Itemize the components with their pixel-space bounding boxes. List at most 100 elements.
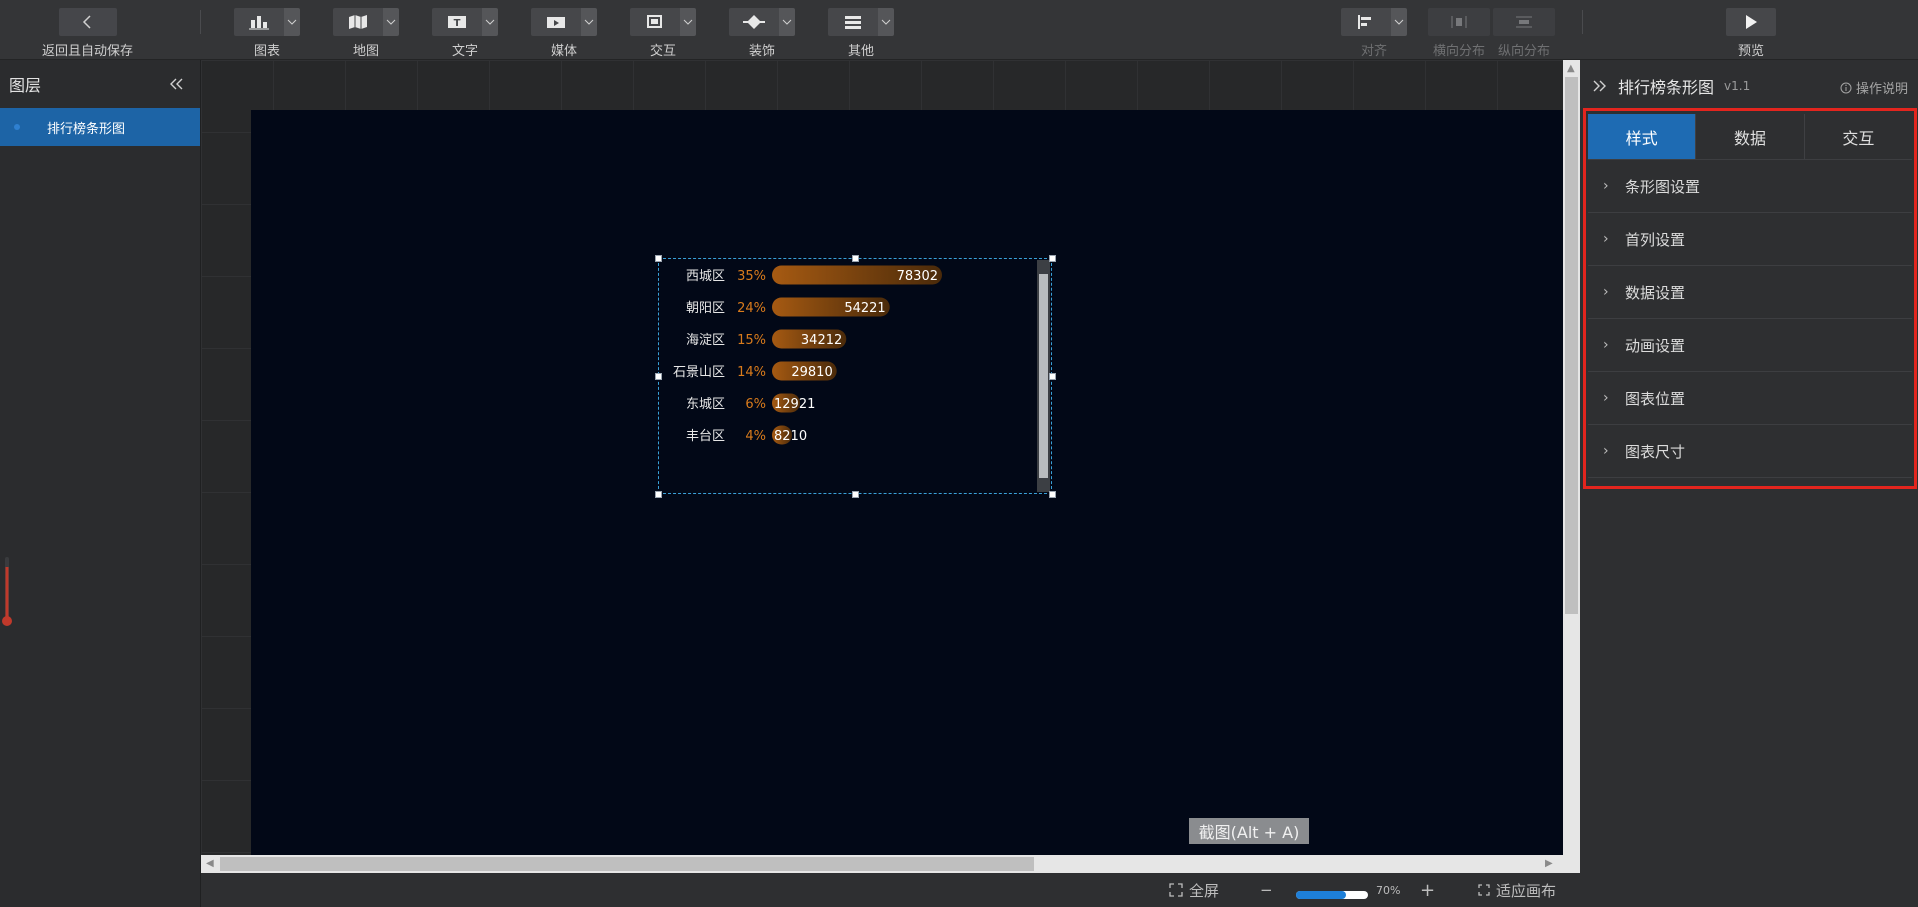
chevron-down-icon[interactable] bbox=[482, 8, 498, 36]
value-label: 54221 bbox=[844, 301, 885, 316]
chevron-down-icon[interactable] bbox=[1391, 8, 1407, 36]
fit-canvas-icon bbox=[1478, 884, 1490, 896]
fit-canvas-button[interactable]: 适应画布 bbox=[1478, 873, 1556, 907]
horizontal-scrollbar-thumb[interactable] bbox=[220, 857, 1034, 871]
percent-label: 6% bbox=[745, 397, 766, 412]
tab-style[interactable]: 样式 bbox=[1588, 114, 1697, 159]
back-label: 返回且自动保存 bbox=[42, 44, 134, 59]
tab-data[interactable]: 数据 bbox=[1696, 114, 1805, 159]
help-label: 操作说明 bbox=[1855, 82, 1908, 97]
fit-canvas-label: 适应画布 bbox=[1496, 881, 1557, 900]
resize-handle[interactable] bbox=[655, 491, 662, 498]
canvas-vertical-scrollbar[interactable]: ▲ ▼ bbox=[1563, 60, 1580, 873]
interaction-menu-button[interactable]: 交互 bbox=[630, 8, 696, 59]
chevron-down-icon[interactable] bbox=[284, 8, 300, 36]
chevron-down-icon[interactable] bbox=[383, 8, 399, 36]
preview-label: 预览 bbox=[1737, 44, 1764, 59]
percent-label: 14% bbox=[737, 365, 766, 380]
value-label: 29810 bbox=[791, 365, 832, 380]
component-version: v1.1 bbox=[1724, 79, 1751, 93]
screenshot-tooltip: 截图(Alt + A) bbox=[1189, 818, 1309, 844]
chart-menu-label: 图表 bbox=[253, 44, 280, 59]
top-toolbar: 返回且自动保存 图表 地图 T 文字 媒体 交互 装饰 其他 对齐 横向分布 纵… bbox=[0, 0, 1918, 60]
resize-handle[interactable] bbox=[852, 255, 859, 262]
fullscreen-label: 全屏 bbox=[1189, 881, 1220, 900]
layer-type-icon bbox=[14, 124, 20, 130]
resize-handle[interactable] bbox=[1049, 255, 1056, 262]
chevron-down-icon[interactable] bbox=[878, 8, 894, 36]
layer-item[interactable]: 排行榜条形图 bbox=[0, 108, 200, 146]
artboard[interactable]: 西城区 35% 78302 朝阳区 24% 54221 海淀区 15% 34212 石景山区 14%… bbox=[251, 110, 1563, 873]
resize-handle[interactable] bbox=[655, 373, 662, 380]
chart-scrollbar-thumb[interactable] bbox=[1039, 274, 1048, 478]
value-label: 34212 bbox=[801, 333, 842, 348]
percent-label: 24% bbox=[737, 301, 766, 316]
section-label: 图表尺寸 bbox=[1625, 442, 1686, 461]
v-distribute-button[interactable]: 纵向分布 bbox=[1493, 8, 1555, 59]
info-icon bbox=[1840, 82, 1852, 93]
map-icon bbox=[333, 8, 383, 36]
section-animation-settings[interactable]: › 动画设置 bbox=[1588, 319, 1912, 372]
chevron-down-icon[interactable] bbox=[680, 8, 696, 36]
category-label: 朝阳区 bbox=[686, 301, 725, 316]
expand-panel-icon[interactable] bbox=[1592, 77, 1606, 96]
fullscreen-button[interactable]: 全屏 bbox=[1169, 873, 1219, 907]
zoom-slider[interactable] bbox=[1296, 891, 1368, 899]
chevron-right-icon: › bbox=[1603, 178, 1609, 194]
category-label: 海淀区 bbox=[686, 333, 725, 348]
back-button[interactable]: 返回且自动保存 bbox=[42, 8, 133, 59]
zoom-in-button[interactable]: + bbox=[1420, 873, 1435, 907]
align-label: 对齐 bbox=[1360, 44, 1387, 59]
section-data-settings[interactable]: › 数据设置 bbox=[1588, 266, 1912, 319]
section-chart-size[interactable]: › 图表尺寸 bbox=[1588, 425, 1912, 478]
text-menu-button[interactable]: T 文字 bbox=[432, 8, 498, 59]
chart-icon bbox=[234, 8, 284, 36]
other-menu-button[interactable]: 其他 bbox=[828, 8, 894, 59]
resize-handle[interactable] bbox=[1049, 491, 1056, 498]
scroll-right-icon[interactable]: ▶ bbox=[1545, 859, 1553, 869]
settings-tabs: 样式 数据 交互 bbox=[1588, 114, 1912, 160]
media-menu-button[interactable]: 媒体 bbox=[531, 8, 597, 59]
vertical-scrollbar-thumb[interactable] bbox=[1565, 77, 1578, 614]
canvas-horizontal-scrollbar[interactable]: ◀ ▶ bbox=[201, 855, 1580, 873]
chevron-right-icon: › bbox=[1603, 284, 1609, 300]
resize-handle[interactable] bbox=[655, 255, 662, 262]
editor-canvas[interactable]: 西城区 35% 78302 朝阳区 24% 54221 海淀区 15% 34212 石景山区 14%… bbox=[201, 60, 1563, 873]
v-distribute-icon bbox=[1493, 8, 1555, 36]
section-chart-position[interactable]: › 图表位置 bbox=[1588, 372, 1912, 425]
decoration-menu-button[interactable]: 装饰 bbox=[729, 8, 795, 59]
chevron-down-icon[interactable] bbox=[779, 8, 795, 36]
media-icon bbox=[531, 8, 581, 36]
chart-menu-button[interactable]: 图表 bbox=[234, 8, 300, 59]
settings-highlight-box: 样式 数据 交互 › 条形图设置 › 首列设置 › 数据设置 › 动画设置 › 图表位置 … bbox=[1583, 108, 1917, 489]
section-first-column-settings[interactable]: › 首列设置 bbox=[1588, 213, 1912, 266]
chevron-right-icon: › bbox=[1603, 337, 1609, 353]
collapse-left-icon[interactable] bbox=[170, 75, 184, 94]
section-label: 首列设置 bbox=[1625, 230, 1686, 249]
align-left-icon bbox=[1341, 8, 1391, 36]
ranking-bar-chart-widget[interactable]: 西城区 35% 78302 朝阳区 24% 54221 海淀区 15% 34212 石景山区 14%… bbox=[655, 255, 1056, 498]
scroll-up-icon[interactable]: ▲ bbox=[1567, 64, 1575, 74]
map-menu-button[interactable]: 地图 bbox=[333, 8, 399, 59]
h-distribute-button[interactable]: 横向分布 bbox=[1428, 8, 1490, 59]
v-distribute-label: 纵向分布 bbox=[1497, 44, 1550, 59]
scroll-left-icon[interactable]: ◀ bbox=[206, 859, 214, 869]
interaction-icon bbox=[630, 8, 680, 36]
category-label: 西城区 bbox=[686, 269, 725, 284]
text-menu-label: 文字 bbox=[451, 44, 478, 59]
resize-handle[interactable] bbox=[1049, 373, 1056, 380]
preview-button[interactable]: 预览 bbox=[1726, 8, 1776, 59]
text-icon: T bbox=[432, 8, 482, 36]
toolbar-divider bbox=[200, 10, 201, 34]
align-button[interactable]: 对齐 bbox=[1341, 8, 1407, 59]
section-bar-settings[interactable]: › 条形图设置 bbox=[1588, 160, 1912, 213]
other-icon bbox=[828, 8, 878, 36]
layers-header: 图层 bbox=[0, 60, 200, 108]
resize-handle[interactable] bbox=[852, 491, 859, 498]
tab-interaction[interactable]: 交互 bbox=[1805, 114, 1912, 159]
zoom-out-button[interactable]: − bbox=[1260, 873, 1273, 907]
percent-label: 35% bbox=[737, 269, 766, 284]
value-label: 8210 bbox=[774, 429, 807, 444]
help-link[interactable]: 操作说明 bbox=[1840, 78, 1908, 97]
chevron-down-icon[interactable] bbox=[581, 8, 597, 36]
